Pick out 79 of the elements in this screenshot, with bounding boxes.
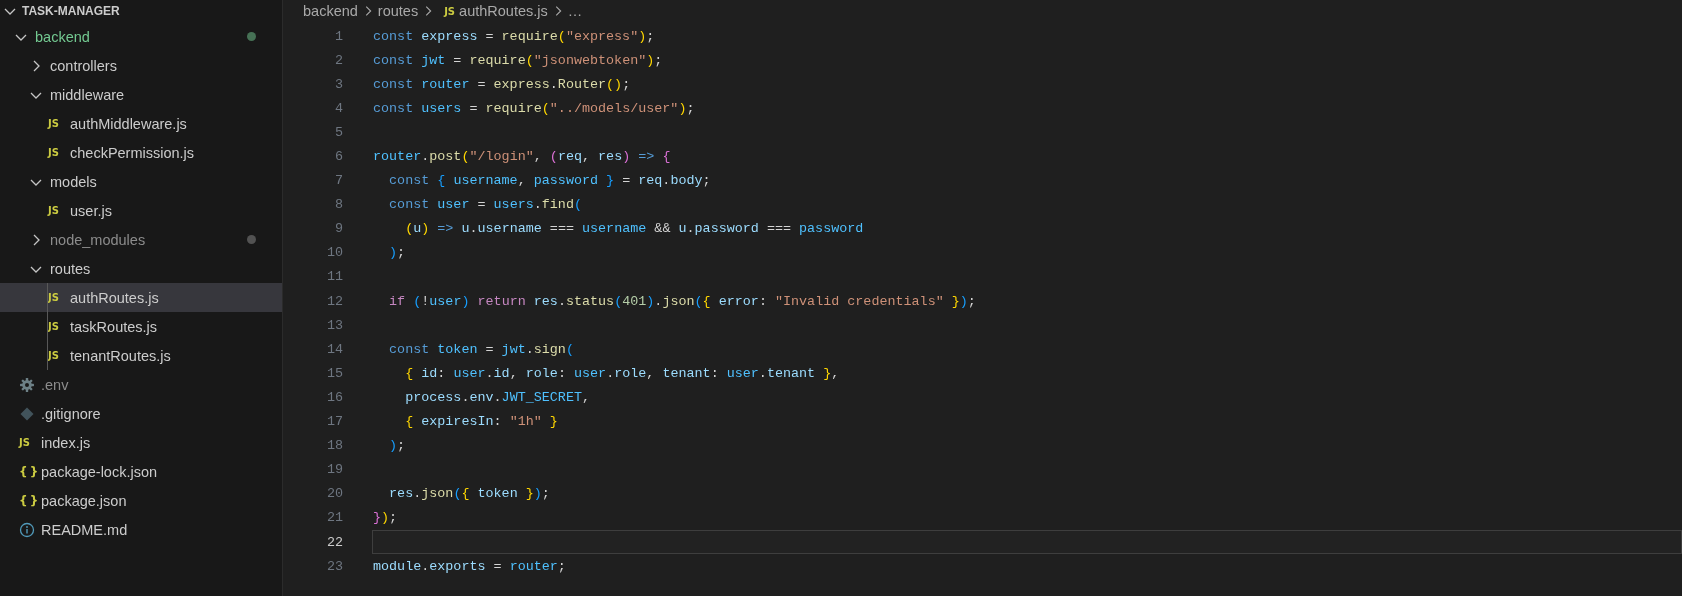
line-number: 11: [325, 269, 343, 285]
braces-icon: { }: [19, 464, 35, 479]
status-dot: [247, 235, 256, 244]
js-file-icon: JS: [444, 5, 456, 17]
file-tree-item[interactable]: middleware: [0, 80, 282, 109]
code-line: );: [388, 437, 407, 456]
file-tree-item[interactable]: JS checkPermission.js: [0, 138, 282, 167]
file-tree-item[interactable]: backend: [0, 22, 282, 51]
code-line: module.exports = router;: [372, 557, 567, 576]
line-number: 12: [325, 293, 343, 309]
breadcrumb-item[interactable]: …: [567, 3, 583, 19]
diamond-icon: [19, 405, 35, 422]
line-number: 1: [333, 28, 343, 44]
code-line: { id: user.id, role: user.role, tenant: user.tenant },: [404, 364, 841, 383]
file-tree-item[interactable]: routes: [0, 254, 282, 283]
file-tree-item[interactable]: JS index.js: [0, 428, 282, 457]
code-line: (u) => u.username === username && u.password === password: [404, 220, 865, 239]
braces-icon: { }: [19, 493, 35, 508]
js-file-icon: JS: [48, 118, 64, 129]
code-line: const token = jwt.sign(: [388, 340, 575, 359]
line-number: 13: [325, 317, 343, 333]
line-number: 6: [333, 149, 343, 164]
file-tree-item[interactable]: README.md: [0, 515, 282, 544]
file-tree-item[interactable]: .gitignore: [0, 399, 282, 428]
file-tree-item[interactable]: { } package-lock.json: [0, 457, 282, 486]
line-number: 22: [325, 534, 343, 550]
file-tree-item[interactable]: JS tenantRoutes.js: [0, 341, 282, 370]
breadcrumb-item[interactable]: backend: [303, 3, 358, 19]
code-line: const router = express.Router();: [372, 75, 632, 94]
code-line: const users = require("../models/user");: [372, 99, 696, 118]
breadcrumb-item[interactable]: JS authRoutes.js: [438, 3, 548, 19]
line-number: 17: [325, 414, 343, 430]
status-dot: [247, 32, 256, 41]
line-number: 20: [325, 486, 343, 502]
breadcrumb-item[interactable]: routes: [377, 3, 419, 19]
file-tree-item[interactable]: models: [0, 167, 282, 196]
code-line: res.json({ token });: [388, 485, 551, 504]
line-number: 23: [325, 558, 343, 574]
line-number: 3: [333, 76, 343, 92]
line-number: 18: [325, 438, 343, 454]
js-file-icon: JS: [48, 350, 64, 361]
line-number: 14: [325, 341, 343, 357]
file-tree-item[interactable]: .env: [0, 370, 282, 399]
line-number: 19: [325, 462, 343, 478]
line-number: 15: [325, 365, 343, 381]
js-file-icon: JS: [48, 292, 64, 303]
line-number: 10: [325, 245, 343, 261]
line-number: 5: [333, 124, 343, 140]
js-file-icon: JS: [48, 205, 64, 216]
code-line: const { username, password } = req.body;: [388, 172, 712, 191]
file-tree-item[interactable]: JS authRoutes.js: [0, 283, 282, 312]
line-number: 8: [333, 197, 343, 213]
code-line: router.post("/login", (req, res) => {: [372, 148, 672, 166]
js-file-icon: JS: [19, 437, 35, 448]
js-file-icon: JS: [48, 321, 64, 332]
file-tree-item[interactable]: JS authMiddleware.js: [0, 109, 282, 138]
code-line: });: [372, 509, 399, 528]
code-line: const jwt = require("jsonwebtoken");: [372, 51, 664, 70]
gear-icon: [19, 376, 35, 393]
line-number: 21: [325, 510, 343, 526]
code-line: );: [388, 244, 407, 263]
explorer-root-header[interactable]: TASK-MANAGER: [0, 0, 282, 22]
line-number: 2: [333, 52, 343, 68]
code-line: process.env.JWT_SECRET,: [404, 388, 591, 407]
file-tree-item[interactable]: controllers: [0, 51, 282, 80]
file-tree-item[interactable]: node_modules: [0, 225, 282, 254]
code-line: const express = require("express");: [372, 27, 656, 46]
code-line: const user = users.find(: [388, 196, 583, 215]
line-number: 4: [333, 100, 343, 116]
file-tree-item[interactable]: JS user.js: [0, 196, 282, 225]
js-file-icon: JS: [48, 147, 64, 158]
code-line: if (!user) return res.status(401).json({ error: "Invalid credentials" });: [388, 292, 977, 311]
file-tree-item[interactable]: { } package.json: [0, 486, 282, 515]
line-number: 16: [325, 389, 343, 405]
line-number: 7: [333, 173, 343, 189]
line-number: 9: [333, 221, 343, 237]
code-line: { expiresIn: "1h" }: [404, 413, 559, 432]
info-icon: [19, 521, 35, 538]
file-tree-item[interactable]: JS taskRoutes.js: [0, 312, 282, 341]
